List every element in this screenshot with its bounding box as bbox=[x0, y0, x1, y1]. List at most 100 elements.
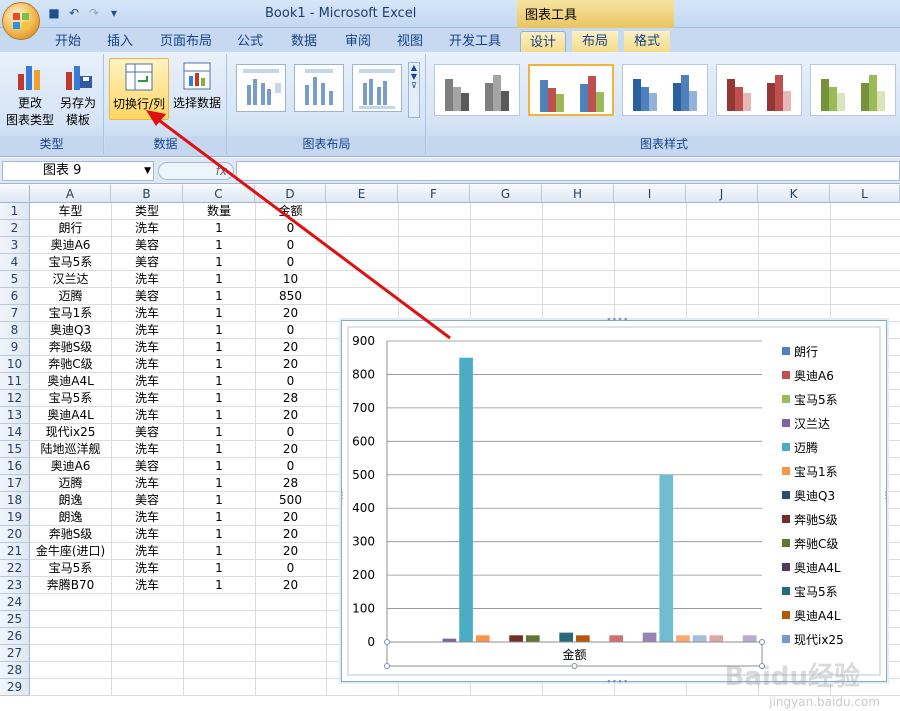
table-cell[interactable]: 洗车 bbox=[111, 322, 183, 339]
table-cell[interactable]: 0 bbox=[255, 254, 326, 271]
row-header[interactable]: 8 bbox=[0, 322, 30, 339]
table-cell[interactable]: 1 bbox=[183, 339, 255, 356]
table-cell[interactable]: 金牛座(进口) bbox=[30, 543, 111, 560]
table-cell[interactable]: 洗车 bbox=[111, 560, 183, 577]
customize-qat-icon[interactable]: ▾ bbox=[106, 5, 122, 21]
office-button[interactable] bbox=[2, 2, 40, 40]
table-cell[interactable]: 奥迪Q3 bbox=[30, 322, 111, 339]
table-cell[interactable]: 数量 bbox=[183, 203, 255, 220]
table-cell[interactable]: 1 bbox=[183, 509, 255, 526]
chart-style-2[interactable] bbox=[528, 64, 614, 116]
table-cell[interactable]: 宝马5系 bbox=[30, 560, 111, 577]
table-cell[interactable]: 洗车 bbox=[111, 339, 183, 356]
table-cell[interactable]: 1 bbox=[183, 492, 255, 509]
table-cell[interactable]: 1 bbox=[183, 424, 255, 441]
resize-handle-top[interactable]: ∙∙∙∙ bbox=[606, 315, 629, 325]
table-cell[interactable]: 10 bbox=[255, 271, 326, 288]
table-cell[interactable]: 1 bbox=[183, 577, 255, 594]
table-cell[interactable]: 洗车 bbox=[111, 543, 183, 560]
table-cell[interactable]: 1 bbox=[183, 543, 255, 560]
tab-home[interactable]: 开始 bbox=[50, 31, 86, 52]
table-cell[interactable]: 500 bbox=[255, 492, 326, 509]
redo-icon[interactable]: ↷ bbox=[86, 5, 102, 21]
column-header[interactable]: K bbox=[758, 185, 830, 203]
chart-style-3[interactable] bbox=[622, 64, 708, 116]
table-cell[interactable]: 美容 bbox=[111, 424, 183, 441]
table-cell[interactable]: 1 bbox=[183, 254, 255, 271]
table-cell[interactable]: 洗车 bbox=[111, 373, 183, 390]
column-header[interactable]: A bbox=[30, 185, 111, 203]
row-header[interactable]: 5 bbox=[0, 271, 30, 288]
table-cell[interactable]: 0 bbox=[255, 237, 326, 254]
row-header[interactable]: 10 bbox=[0, 356, 30, 373]
tab-data[interactable]: 数据 bbox=[286, 31, 322, 52]
row-header[interactable]: 2 bbox=[0, 220, 30, 237]
chart-layout-1[interactable] bbox=[236, 64, 286, 112]
row-header[interactable]: 11 bbox=[0, 373, 30, 390]
table-cell[interactable]: 1 bbox=[183, 441, 255, 458]
tab-view[interactable]: 视图 bbox=[392, 31, 428, 52]
table-cell[interactable]: 美容 bbox=[111, 492, 183, 509]
row-header[interactable]: 25 bbox=[0, 611, 30, 628]
row-header[interactable]: 6 bbox=[0, 288, 30, 305]
chart-style-5[interactable] bbox=[810, 64, 896, 116]
layout-gallery-scroll[interactable]: ▲ ▼ ⊽ bbox=[408, 62, 420, 118]
row-header[interactable]: 20 bbox=[0, 526, 30, 543]
table-cell[interactable]: 1 bbox=[183, 288, 255, 305]
table-cell[interactable]: 1 bbox=[183, 475, 255, 492]
name-box-dropdown-icon[interactable]: ▼ bbox=[144, 162, 151, 180]
table-cell[interactable]: 洗车 bbox=[111, 509, 183, 526]
table-cell[interactable]: 20 bbox=[255, 441, 326, 458]
chart-style-1[interactable] bbox=[434, 64, 520, 116]
table-cell[interactable]: 28 bbox=[255, 390, 326, 407]
table-cell[interactable]: 洗车 bbox=[111, 526, 183, 543]
resize-handle-bottom[interactable]: ∙∙∙∙ bbox=[606, 677, 629, 687]
column-header[interactable]: F bbox=[398, 185, 470, 203]
row-header[interactable]: 21 bbox=[0, 543, 30, 560]
table-cell[interactable]: 奥迪A4L bbox=[30, 407, 111, 424]
chart-object[interactable]: 0 100 200 300 400 500 600 700 800 900 金额 朗行 奥迪A6 宝马5系… bbox=[338, 315, 890, 687]
table-cell[interactable]: 洗车 bbox=[111, 407, 183, 424]
table-cell[interactable]: 朗行 bbox=[30, 220, 111, 237]
row-header[interactable]: 1 bbox=[0, 203, 30, 220]
table-cell[interactable]: 28 bbox=[255, 475, 326, 492]
row-header[interactable]: 3 bbox=[0, 237, 30, 254]
row-header[interactable]: 4 bbox=[0, 254, 30, 271]
row-header[interactable]: 26 bbox=[0, 628, 30, 645]
table-cell[interactable]: 20 bbox=[255, 526, 326, 543]
table-cell[interactable]: 宝马1系 bbox=[30, 305, 111, 322]
column-header[interactable]: L bbox=[830, 185, 900, 203]
row-header[interactable]: 9 bbox=[0, 339, 30, 356]
table-cell[interactable]: 1 bbox=[183, 237, 255, 254]
tab-developer[interactable]: 开发工具 bbox=[444, 31, 506, 52]
table-cell[interactable]: 朗逸 bbox=[30, 509, 111, 526]
table-cell[interactable]: 1 bbox=[183, 220, 255, 237]
table-cell[interactable]: 洗车 bbox=[111, 305, 183, 322]
table-cell[interactable]: 20 bbox=[255, 339, 326, 356]
row-header[interactable]: 28 bbox=[0, 662, 30, 679]
table-cell[interactable]: 车型 bbox=[30, 203, 111, 220]
table-cell[interactable]: 1 bbox=[183, 322, 255, 339]
row-header[interactable]: 18 bbox=[0, 492, 30, 509]
table-cell[interactable]: 0 bbox=[255, 424, 326, 441]
column-header[interactable]: C bbox=[183, 185, 255, 203]
table-cell[interactable]: 洗车 bbox=[111, 441, 183, 458]
table-cell[interactable]: 宝马5系 bbox=[30, 390, 111, 407]
table-cell[interactable]: 洗车 bbox=[111, 271, 183, 288]
table-cell[interactable]: 0 bbox=[255, 322, 326, 339]
save-as-template-button[interactable]: 另存为 模板 bbox=[50, 58, 106, 129]
table-cell[interactable]: 1 bbox=[183, 356, 255, 373]
table-cell[interactable]: 迈腾 bbox=[30, 288, 111, 305]
row-header[interactable]: 23 bbox=[0, 577, 30, 594]
row-header[interactable]: 17 bbox=[0, 475, 30, 492]
table-cell[interactable]: 20 bbox=[255, 407, 326, 424]
table-cell[interactable]: 1 bbox=[183, 305, 255, 322]
table-cell[interactable]: 美容 bbox=[111, 254, 183, 271]
column-header[interactable]: G bbox=[470, 185, 542, 203]
table-cell[interactable]: 20 bbox=[255, 543, 326, 560]
row-header[interactable]: 24 bbox=[0, 594, 30, 611]
table-cell[interactable]: 1 bbox=[183, 407, 255, 424]
tab-formulas[interactable]: 公式 bbox=[232, 31, 268, 52]
row-header[interactable]: 27 bbox=[0, 645, 30, 662]
resize-handle-right[interactable]: ⋮ bbox=[881, 491, 890, 501]
